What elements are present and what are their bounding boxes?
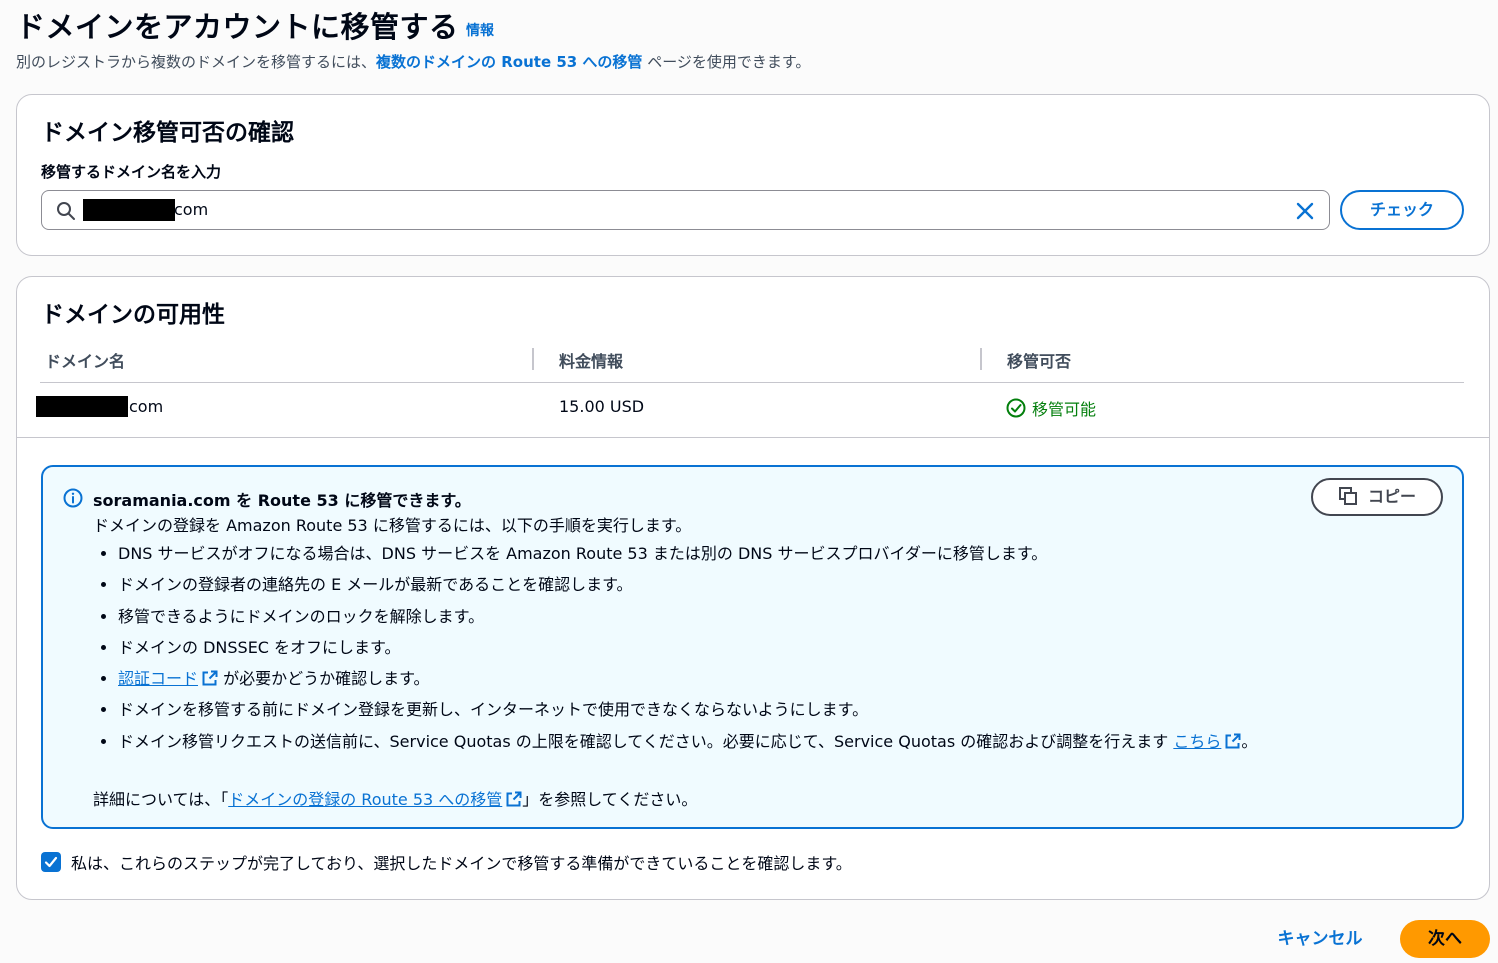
confirmation-row: 私は、これらのステップが完了しており、選択したドメインで移管する準備ができている…	[41, 850, 852, 874]
clear-icon[interactable]	[1295, 201, 1315, 221]
transfer-docs-link-text: ドメインの登録の Route 53 への移管	[228, 790, 503, 809]
list-item: ドメインの DNSSEC をオフにします。	[118, 637, 1298, 659]
cancel-button[interactable]: キャンセル	[1266, 920, 1374, 958]
service-quotas-link-text: こちら	[1173, 731, 1222, 751]
auth-code-link-text: 認証コード	[118, 669, 199, 689]
next-button[interactable]: 次へ	[1400, 920, 1490, 958]
external-link-icon	[1225, 733, 1241, 749]
auth-code-link[interactable]: 認証コード	[118, 669, 218, 688]
page-subtitle: 別のレジストラから複数のドメインを移管するには、複数のドメインの Route 5…	[16, 51, 810, 72]
list-item: 移管できるようにドメインのロックを解除します。	[118, 606, 1298, 628]
redacted-domain-name	[83, 199, 175, 221]
info-link[interactable]: 情報	[466, 20, 494, 40]
page-title: ドメインをアカウントに移管する	[16, 10, 459, 44]
list-item: ドメインの登録者の連絡先の E メールが最新であることを確認します。	[118, 574, 1298, 596]
transferability-heading: ドメイン移管可否の確認	[41, 120, 294, 146]
column-separator	[980, 348, 982, 370]
copy-icon	[1338, 487, 1357, 505]
transfer-steps-list: DNS サービスがオフになる場合は、DNS サービスを Amazon Route…	[93, 543, 1298, 762]
copy-button[interactable]: コピー	[1311, 478, 1443, 516]
domain-name-field-label: 移管するドメイン名を入力	[41, 163, 222, 181]
alert-intro: ドメインの登録を Amazon Route 53 に移管するには、以下の手順を実…	[93, 516, 692, 535]
checkmark-icon	[44, 856, 58, 868]
domain-availability-card	[16, 276, 1490, 438]
price-cell: 15.00 USD	[559, 397, 645, 416]
external-link-icon	[506, 791, 522, 807]
transfer-docs-link[interactable]: ドメインの登録の Route 53 への移管	[228, 790, 522, 809]
subtitle-text: 別のレジストラから複数のドメインを移管するには、	[16, 53, 377, 71]
info-alert: soramania.com を Route 53 に移管できます。 ドメインの登…	[41, 465, 1464, 829]
service-quotas-link[interactable]: こちら	[1173, 732, 1241, 751]
confirmation-label: 私は、これらのステップが完了しており、選択したドメインで移管する準備ができている…	[71, 854, 852, 873]
alert-footer: 詳細については、「ドメインの登録の Route 53 への移管 」を参照してくださ…	[93, 786, 697, 810]
domain-search-input[interactable]: com	[41, 190, 1330, 230]
subtitle-text-end: ページを使用できます。	[642, 53, 811, 71]
list-item: 認証コード が必要かどうか確認します。	[118, 668, 1298, 690]
column-header-price: 料金情報	[559, 352, 624, 371]
external-link-icon	[202, 670, 218, 686]
alert-title: soramania.com を Route 53 に移管できます。	[93, 491, 471, 510]
transfer-status: 移管可能	[1006, 396, 1096, 420]
list-item: ドメイン移管リクエストの送信前に、Service Quotas の上限を確認して…	[118, 731, 1298, 753]
domain-cell: com	[129, 397, 164, 416]
info-icon	[63, 488, 83, 508]
search-input-value: com	[174, 200, 209, 219]
copy-button-label: コピー	[1367, 487, 1416, 506]
footer-text: 詳細については、「	[93, 790, 229, 809]
search-icon	[57, 202, 75, 220]
column-separator	[532, 348, 534, 370]
column-header-domain: ドメイン名	[45, 352, 126, 371]
quota-step-text: ドメイン移管リクエストの送信前に、Service Quotas の上限を確認して…	[118, 731, 1174, 751]
quota-step-end: 。	[1241, 731, 1258, 751]
column-header-transferability: 移管可否	[1007, 352, 1072, 371]
transfer-domain-page: ドメインをアカウントに移管する 情報 別のレジストラから複数のドメインを移管する…	[0, 0, 1498, 963]
redacted-domain-name	[36, 396, 128, 417]
list-item: DNS サービスがオフになる場合は、DNS サービスを Amazon Route…	[118, 543, 1298, 565]
multi-domain-transfer-link[interactable]: 複数のドメインの Route 53 への移管	[376, 53, 642, 71]
list-item: ドメインを移管する前にドメイン登録を更新し、インターネットで使用できなくならない…	[118, 699, 1298, 721]
success-check-icon	[1006, 398, 1026, 418]
check-button[interactable]: チェック	[1340, 190, 1464, 230]
auth-code-text: が必要かどうか確認します。	[218, 669, 430, 689]
footer-text-end: 」を参照してください。	[522, 790, 698, 809]
table-header-divider	[40, 382, 1464, 383]
transfer-status-text: 移管可能	[1032, 400, 1097, 419]
confirmation-checkbox[interactable]	[41, 852, 61, 872]
availability-heading: ドメインの可用性	[41, 302, 225, 328]
